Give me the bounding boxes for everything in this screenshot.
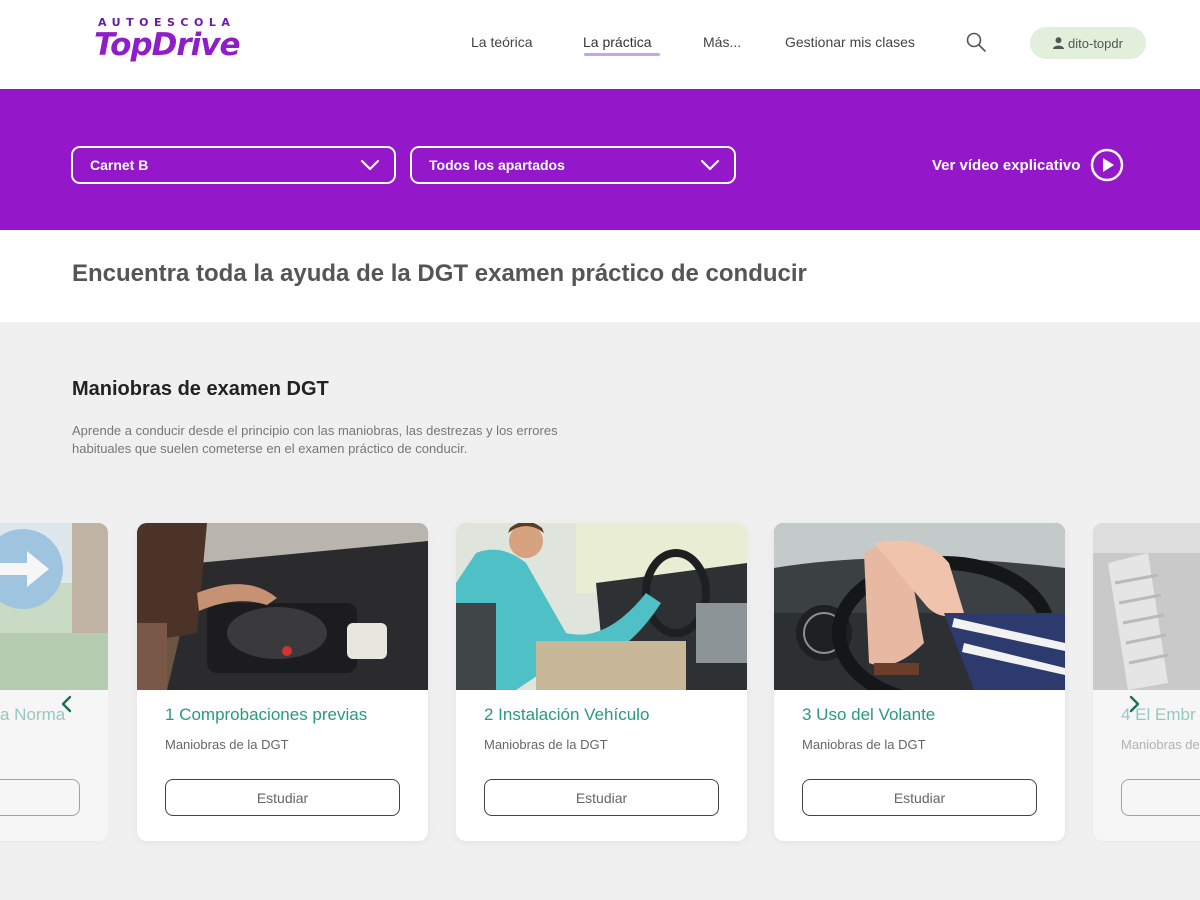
maneuver-card[interactable]: a Norma [0, 523, 108, 841]
card-subtitle: Maniobras de la DGT [802, 737, 926, 752]
chevron-right-icon[interactable] [1124, 694, 1144, 714]
user-account-button[interactable]: dito-topdr [1030, 27, 1146, 59]
card-subtitle: Maniobras de la DGT [484, 737, 608, 752]
license-select-value: Carnet B [90, 157, 149, 173]
nav-item-mas[interactable]: Más... [703, 34, 741, 50]
section-title: Maniobras de examen DGT [72, 378, 329, 400]
intro-banner: Encuentra toda la ayuda de la DGT examen… [0, 230, 1200, 322]
card-title: 3 Uso del Volante [802, 705, 936, 724]
search-icon[interactable] [965, 31, 987, 53]
play-icon [1091, 148, 1124, 182]
video-explainer-link[interactable]: Ver vídeo explicativo [932, 147, 1124, 183]
study-button[interactable] [1121, 779, 1200, 816]
study-button[interactable]: Estudiar [165, 779, 400, 816]
user-name: dito-topdr [1068, 35, 1123, 51]
card-title: a Norma [0, 705, 66, 724]
study-button[interactable]: Estudiar [802, 779, 1037, 816]
site-header: AUTOESCOLA TopDrive La teórica La prácti… [0, 0, 1200, 89]
maneuver-card[interactable]: 4 El Embr Maniobras de [1093, 523, 1200, 841]
study-button[interactable] [0, 779, 80, 816]
active-nav-indicator [584, 53, 660, 56]
maneuver-card[interactable]: 2 Instalación Vehículo Maniobras de la D… [456, 523, 747, 841]
card-title: 2 Instalación Vehículo [484, 705, 650, 724]
nav-item-practica[interactable]: La práctica [583, 34, 651, 50]
section-description: Aprende a conducir desde el principio co… [72, 423, 558, 456]
logo-main-text: TopDrive [94, 27, 241, 63]
logo[interactable]: AUTOESCOLA TopDrive [94, 16, 244, 72]
video-link-label: Ver vídeo explicativo [932, 156, 1081, 174]
card-image-road-sign [0, 523, 108, 690]
section-select[interactable]: Todos los apartados [410, 146, 736, 184]
chevron-left-icon[interactable] [57, 694, 77, 714]
filter-band: Carnet B Todos los apartados Ver vídeo e… [0, 89, 1200, 230]
chevron-down-icon [700, 159, 720, 171]
page-title: Encuentra toda la ayuda de la DGT examen… [72, 260, 807, 287]
card-subtitle: Maniobras de [1121, 737, 1200, 752]
nav-item-gestionar-clases[interactable]: Gestionar mis clases [785, 34, 915, 50]
maneuver-card[interactable]: 3 Uso del Volante Maniobras de la DGT Es… [774, 523, 1065, 841]
card-image-engine [137, 523, 428, 690]
chevron-down-icon [360, 159, 380, 171]
card-image-steering-wheel [774, 523, 1065, 690]
card-image-pedal [1093, 523, 1200, 690]
section-select-value: Todos los apartados [429, 157, 565, 173]
card-subtitle: Maniobras de la DGT [165, 737, 289, 752]
nav-item-teorica[interactable]: La teórica [471, 34, 532, 50]
license-select[interactable]: Carnet B [71, 146, 396, 184]
card-image-driver-seat [456, 523, 747, 690]
card-title: 1 Comprobaciones previas [165, 705, 368, 724]
study-button[interactable]: Estudiar [484, 779, 719, 816]
user-icon [1053, 37, 1065, 49]
maneuver-card[interactable]: 1 Comprobaciones previas Maniobras de la… [137, 523, 428, 841]
